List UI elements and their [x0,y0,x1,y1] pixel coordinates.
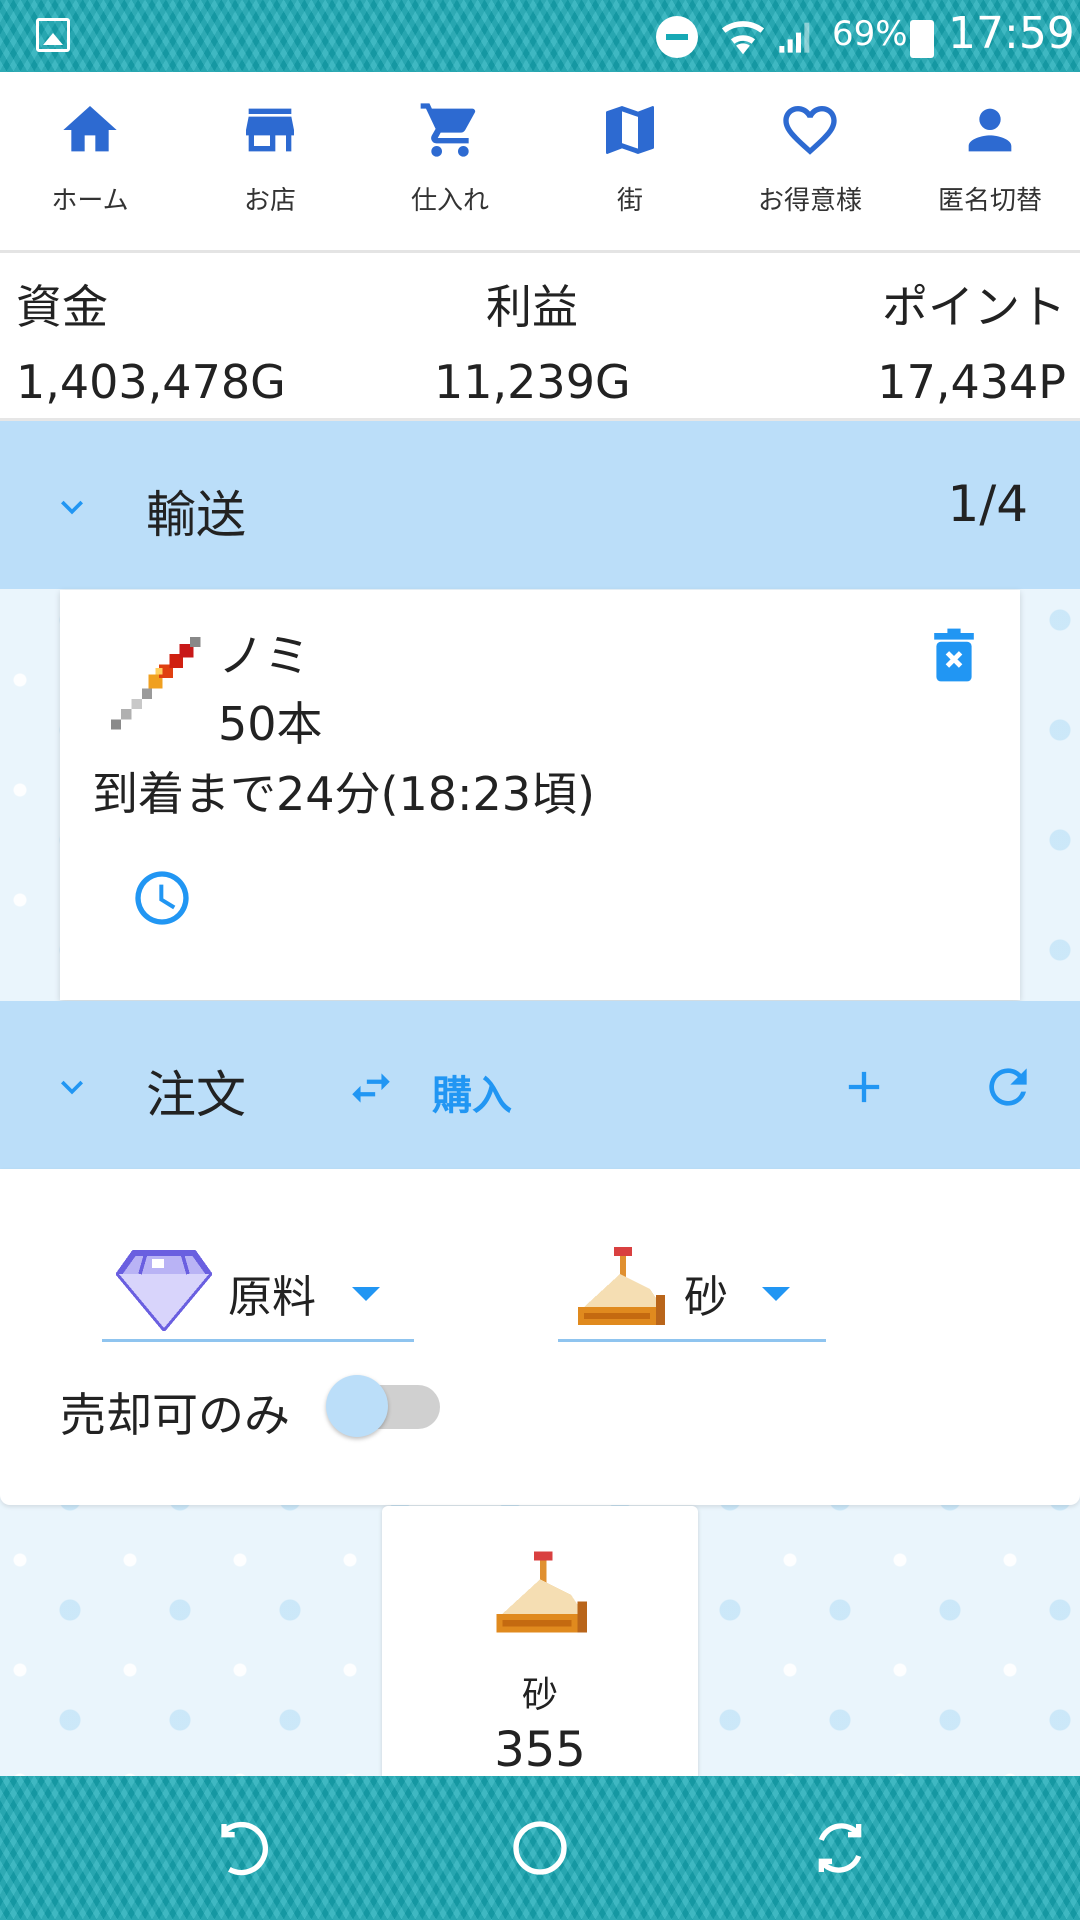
nav-town[interactable]: 街 [540,72,720,250]
funds-value: 1,403,478G [16,355,286,409]
order-section-header: 注文 購入 [0,1001,1080,1169]
result-item-value: 355 [494,1722,586,1778]
battery-icon [910,20,934,58]
points-stat: ポイント 17,434P [877,271,1066,409]
signal-icon [779,22,810,53]
nav-label: ホーム [51,186,129,216]
back-icon[interactable] [208,1816,272,1880]
caret-down-icon [762,1287,790,1301]
transport-item-quantity: 50本 [218,697,323,751]
chisel-icon [110,636,201,730]
funds-stat: 資金 1,403,478G [16,271,286,409]
result-item-name: 砂 [521,1675,558,1716]
profit-label: 利益 [486,280,578,334]
funds-label: 資金 [16,280,108,334]
status-time: 17:59 [948,8,1075,59]
heart-icon [783,106,837,155]
transport-count: 1/4 [947,475,1028,533]
profit-stat: 利益 11,239G [434,271,631,409]
category-dropdown[interactable]: 原料 [102,1239,414,1342]
home-icon [63,106,117,152]
nav-purchase[interactable]: 仕入れ [360,72,540,250]
nav-label: お得意様 [757,186,862,216]
battery-percent: 69% [832,14,908,54]
home-circle-icon[interactable] [508,1816,572,1880]
wifi-icon [721,21,765,55]
chevron-down-icon[interactable] [50,485,94,529]
points-value: 17,434P [877,355,1066,409]
gallery-icon [36,18,70,52]
stats-panel: 資金 1,403,478G 利益 11,239G ポイント 17,434P [0,253,1080,421]
order-filter-panel: 原料 砂 売却可のみ [0,1169,1080,1505]
gem-icon [116,1250,212,1331]
item-value: 砂 [684,1272,728,1323]
person-icon [968,108,1012,152]
store-icon [246,108,294,152]
clock-icon[interactable] [130,866,194,930]
transport-eta: 到着まで24分(18:23頃) [92,767,595,821]
order-mode-toggle[interactable]: 購入 [432,1063,512,1121]
delete-icon[interactable] [932,628,976,682]
transport-section-header[interactable]: 輸送 1/4 [0,421,1080,589]
nav-home[interactable]: ホーム [0,72,180,250]
nav-customers[interactable]: お得意様 [720,72,900,250]
profit-value: 11,239G [434,355,631,409]
refresh-icon[interactable] [980,1059,1036,1115]
transport-item-name: ノミ [218,629,310,683]
caret-down-icon [352,1287,380,1301]
order-title: 注文 [146,1066,246,1124]
status-bar: 69% 17:59 [0,0,1080,72]
transport-item-card: ノミ 50本 到着まで24分(18:23頃) [60,590,1020,1000]
nav-label: お店 [243,186,296,216]
chevron-down-icon[interactable] [50,1065,94,1109]
result-item-card[interactable]: 砂 355 [382,1506,698,1778]
nav-anonymous-toggle[interactable]: 匿名切替 [900,72,1080,250]
points-label: ポイント [882,280,1066,334]
transport-title: 輸送 [146,486,246,544]
sand-icon [496,1551,587,1633]
do-not-disturb-icon [656,16,698,58]
cart-icon [420,103,476,157]
nav-label: 仕入れ [410,186,489,216]
sand-icon [578,1247,665,1325]
map-icon [605,106,655,154]
category-value: 原料 [228,1272,316,1323]
system-nav-bar [0,1776,1080,1920]
sellable-only-label: 売却可のみ [60,1388,290,1442]
nav-label: 街 [616,186,643,216]
nav-label: 匿名切替 [937,186,1042,216]
toggle-knob[interactable] [326,1375,388,1437]
item-dropdown[interactable]: 砂 [558,1239,826,1342]
swap-icon[interactable] [342,1063,400,1113]
add-icon[interactable] [838,1061,890,1113]
top-nav: ホーム お店 仕入れ 街 お得意様 匿名切替 [0,72,1080,253]
nav-store[interactable]: お店 [180,72,360,250]
recents-icon[interactable] [808,1816,872,1880]
